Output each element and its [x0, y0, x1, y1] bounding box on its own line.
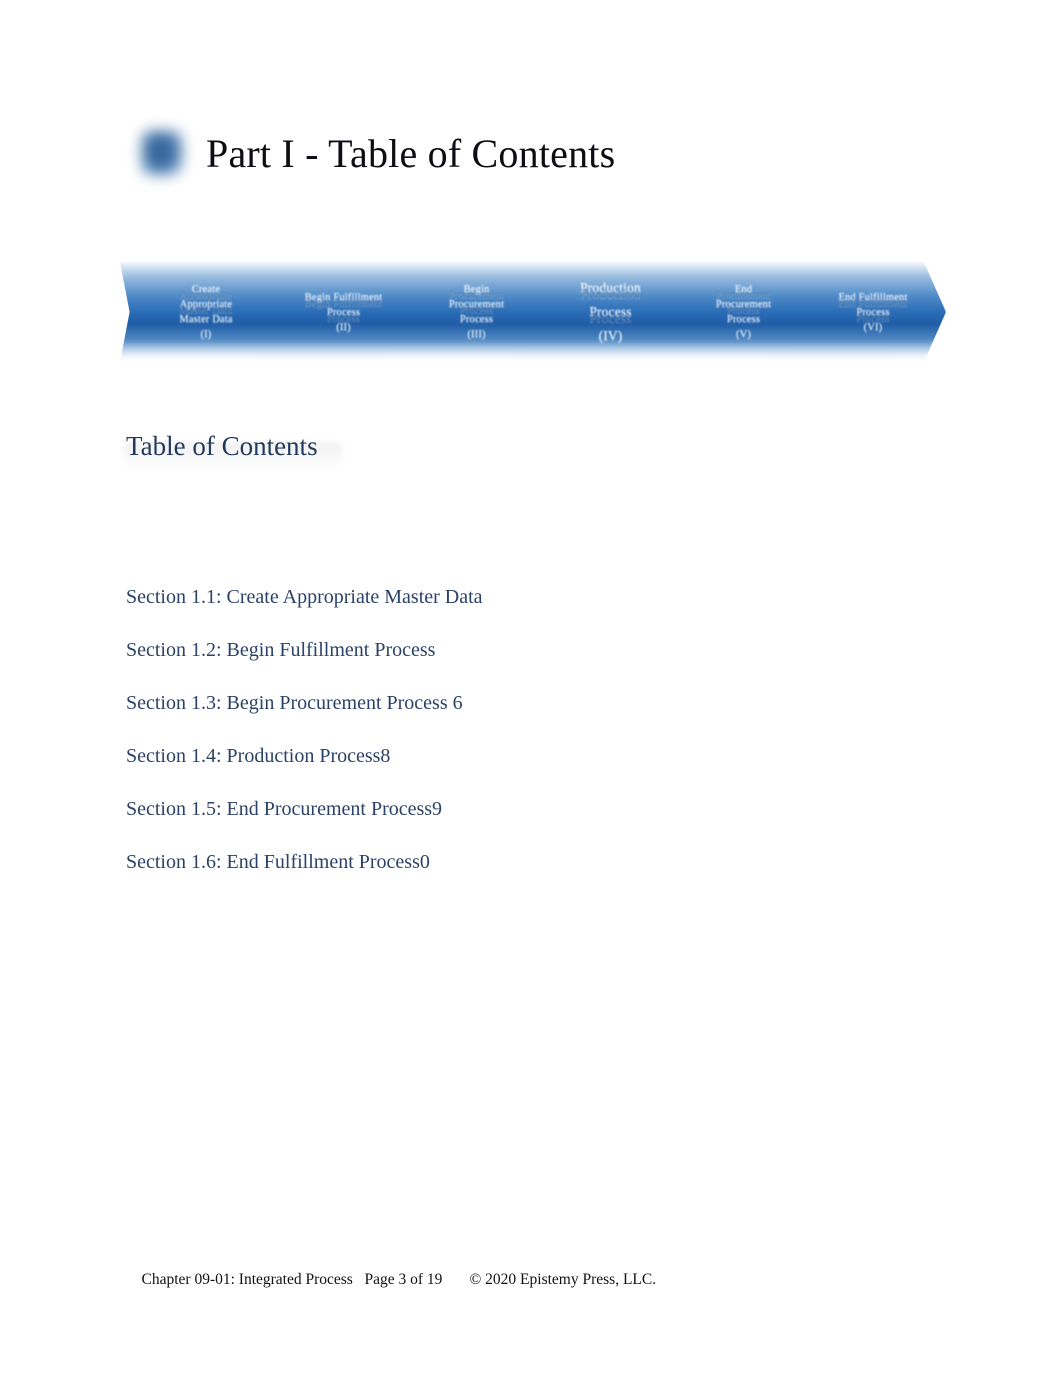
- page-title-row: Part I - Table of Contents: [126, 108, 946, 200]
- toc-heading-block: Table of Contents: [120, 428, 480, 474]
- footer-page-number: Page 3 of 19: [364, 1271, 443, 1288]
- toc-entry-1[interactable]: Section 1.1: Create Appropriate Master D…: [126, 584, 886, 610]
- toc-entry-3[interactable]: Section 1.3: Begin Procurement Process 6: [126, 690, 886, 716]
- process-step-6[interactable]: End Fulfillment Process End Fulfillment P…: [788, 262, 946, 362]
- toc-entry-5[interactable]: Section 1.5: End Procurement Process9: [126, 796, 886, 822]
- process-step-1[interactable]: Appropriate Master Data Create Appropriat…: [120, 262, 280, 362]
- process-step-2-label: Begin Fulfillment Process Begin Fulfillme…: [304, 291, 383, 333]
- document-page: Part I - Table of Contents Appropriate Ma…: [0, 0, 1062, 1377]
- toc-entry-2[interactable]: Section 1.2: Begin Fulfillment Process: [126, 637, 886, 663]
- page-footer: Chapter 09-01: Integrated Process Page 3…: [126, 1247, 926, 1313]
- process-step-5-label: Procurement Process End Procurement Proce…: [715, 284, 772, 340]
- process-step-1-label: Appropriate Master Data Create Appropriat…: [179, 284, 233, 340]
- blue-rounded-square-icon: [130, 121, 196, 187]
- footer-chapter: Chapter 09-01: Integrated Process: [141, 1271, 353, 1288]
- toc-heading: Table of Contents: [126, 431, 318, 461]
- footer-copyright: © 2020 Epistemy Press, LLC.: [469, 1271, 657, 1288]
- footer-gap-2: [442, 1271, 469, 1288]
- toc-entry-4[interactable]: Section 1.4: Production Process8: [126, 743, 886, 769]
- process-step-6-label: End Fulfillment Process End Fulfillment P…: [838, 291, 908, 333]
- process-flow-diagram: Appropriate Master Data Create Appropriat…: [120, 262, 950, 372]
- page-title: Part I - Table of Contents: [206, 131, 616, 176]
- toc-entry-6[interactable]: Section 1.6: End Fulfillment Process0: [126, 849, 886, 875]
- process-step-3[interactable]: Procurement Process Begin Procurement Pro…: [388, 262, 553, 362]
- footer-gap-1: [353, 1271, 365, 1288]
- toc-list: Section 1.1: Create Appropriate Master D…: [126, 584, 886, 902]
- process-step-4-label: Production Process Production Process (IV…: [580, 280, 641, 343]
- process-step-3-label: Procurement Process Begin Procurement Pro…: [448, 284, 505, 340]
